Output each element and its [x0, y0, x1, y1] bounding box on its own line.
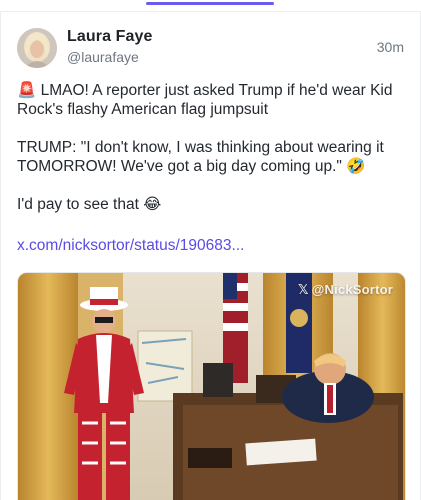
post-paragraph: TRUMP: "I don't know, I was thinking abo… — [17, 139, 388, 175]
author-name[interactable]: Laura Faye — [67, 28, 152, 46]
post-card[interactable]: Laura Faye @laurafaye 30m 🚨 LMAO! A repo… — [0, 12, 421, 500]
post-paragraph: I'd pay to see that 😂 — [17, 196, 162, 213]
video-watermark: 𝕏 @NickSortor — [298, 282, 393, 298]
post-body: 🚨 LMAO! A reporter just asked Trump if h… — [17, 81, 407, 233]
x-logo-icon: 𝕏 — [297, 283, 309, 298]
top-tab-strip — [0, 0, 421, 12]
author-handle[interactable]: @laurafaye — [67, 49, 139, 65]
active-tab-indicator — [146, 2, 274, 5]
avatar-image — [17, 28, 57, 68]
post-video-thumbnail[interactable]: 𝕏 @NickSortor — [17, 272, 406, 500]
oval-office-scene-image — [18, 273, 405, 500]
post-timestamp[interactable]: 30m — [377, 39, 404, 55]
watermark-text: @NickSortor — [311, 282, 393, 297]
post-link[interactable]: x.com/nicksortor/status/190683... — [17, 237, 244, 255]
post-paragraph: 🚨 LMAO! A reporter just asked Trump if h… — [17, 82, 397, 118]
avatar[interactable] — [17, 28, 57, 68]
